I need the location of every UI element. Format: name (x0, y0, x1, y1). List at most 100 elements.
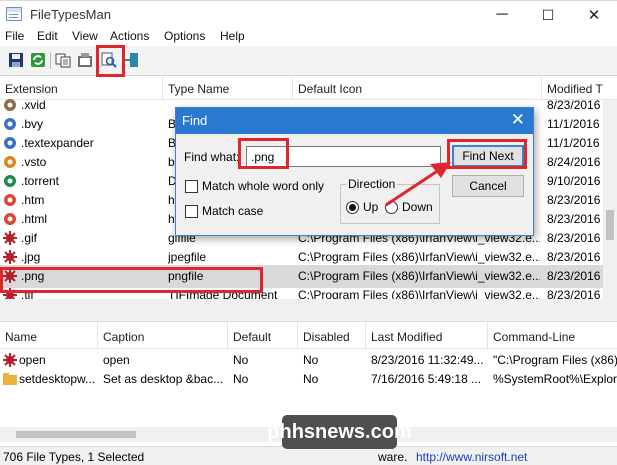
cell-modified: 8/23/2016 (547, 212, 601, 226)
cell-extension: .html (21, 212, 48, 226)
menu-options[interactable]: Options (164, 29, 205, 43)
file-type-icon (3, 136, 17, 150)
cell-extension: .tif (21, 288, 34, 299)
find-button[interactable] (100, 51, 118, 69)
match-case-label: Match case (202, 204, 264, 218)
file-type-icon (3, 288, 17, 299)
toolbar (0, 46, 617, 76)
cell-last-modified: 8/23/2016 11:32:49... (371, 353, 484, 367)
cell-extension: .torrent (21, 174, 60, 188)
file-type-icon (3, 269, 17, 283)
dialog-close-icon[interactable]: ✕ (511, 110, 525, 130)
menu-file[interactable]: File (5, 29, 24, 43)
cell-modified: 8/23/2016 (547, 231, 601, 245)
dialog-title-bar: Find ✕ (176, 108, 533, 134)
table-row[interactable]: setdesktopw... Set as desktop &bac... No No… (0, 368, 617, 391)
file-type-icon (3, 155, 17, 169)
cell-disabled: No (303, 353, 319, 367)
properties-button[interactable] (76, 51, 94, 69)
cell-command-line: "C:\Program Files (x86)\ (493, 353, 617, 367)
direction-up-label: Up (363, 200, 379, 214)
direction-down-radio[interactable] (385, 201, 398, 214)
cell-name: open (19, 353, 46, 367)
exit-button[interactable] (123, 51, 141, 69)
vertical-scrollbar[interactable] (603, 100, 617, 299)
close-button[interactable]: ✕ (571, 1, 617, 29)
column-disabled[interactable]: Disabled (298, 322, 366, 349)
menu-view[interactable]: View (72, 29, 98, 43)
menu-edit[interactable]: Edit (37, 29, 58, 43)
file-type-icon (3, 98, 17, 112)
match-case-checkbox[interactable] (185, 205, 198, 218)
table-row[interactable]: .tif TIFImage Document C:\Program Files (x… (0, 284, 603, 299)
cell-type-name: TIFImage Document (168, 288, 278, 299)
properties-icon (78, 53, 92, 67)
cell-modified: 8/23/2016 (547, 193, 601, 207)
cell-extension: .xvid (21, 98, 46, 112)
cell-modified: 11/1/2016 (547, 117, 600, 131)
copy-button[interactable] (54, 51, 72, 69)
menu-actions[interactable]: Actions (110, 29, 149, 43)
cell-modified: 8/23/2016 (547, 269, 601, 283)
cell-disabled: No (303, 372, 319, 386)
dialog-title: Find (182, 113, 208, 128)
cell-default-icon: C:\Program Files (x86)\IrfanView\i_view3… (298, 250, 540, 264)
nirsoft-link[interactable]: http://www.nirsoft.net (416, 450, 527, 464)
cell-caption: open (103, 353, 130, 367)
find-what-label: Find what: (184, 150, 240, 164)
cell-modified: 11/1/2016 (547, 136, 600, 150)
cell-extension: .htm (21, 193, 45, 207)
find-next-button[interactable]: Find Next (452, 145, 524, 167)
copy-icon (55, 53, 71, 68)
cell-default-icon: C:\Program Files (x86)\IrfanView\i_view3… (298, 288, 540, 299)
file-type-icon (3, 212, 17, 226)
minimize-button[interactable]: ─ (479, 1, 525, 29)
cell-default: No (233, 353, 249, 367)
column-default[interactable]: Default (228, 322, 298, 349)
cell-command-line: %SystemRoot%\Explore (493, 372, 617, 386)
menu-help[interactable]: Help (220, 29, 245, 43)
file-type-icon (3, 250, 17, 264)
hscroll-thumb[interactable] (16, 431, 136, 438)
find-icon (101, 52, 117, 68)
watermark: phhsnews.com (267, 415, 412, 449)
cell-default: No (233, 372, 249, 386)
file-type-icon (3, 353, 17, 367)
file-type-icon (3, 231, 17, 245)
find-what-input[interactable] (246, 146, 441, 167)
window-title: FileTypesMan (30, 7, 111, 22)
scroll-thumb[interactable] (606, 210, 614, 240)
cell-extension: .png (21, 269, 45, 283)
save-icon (9, 53, 23, 67)
maximize-button[interactable]: ☐ (525, 1, 571, 29)
cell-extension: .gif (21, 231, 38, 245)
cell-modified: 8/23/2016 (547, 288, 601, 299)
file-type-icon (3, 174, 17, 188)
whole-word-checkbox[interactable] (185, 180, 198, 193)
refresh-button[interactable] (29, 51, 47, 69)
cell-modified: 9/10/2016 (547, 174, 601, 188)
column-caption[interactable]: Caption (98, 322, 228, 349)
title-bar: FileTypesMan ─ ☐ ✕ (0, 0, 617, 28)
actions-header: Name Caption Default Disabled Last Modif… (0, 322, 617, 349)
cell-type-name: jpegfile (168, 250, 207, 264)
toolbar-separator (96, 52, 97, 69)
cell-modified: 8/24/2016 (547, 155, 601, 169)
cancel-button[interactable]: Cancel (452, 175, 524, 197)
cell-name: setdesktopw... (19, 372, 96, 386)
direction-up-radio[interactable] (346, 201, 359, 214)
cell-last-modified: 7/16/2016 5:49:18 ... (371, 372, 482, 386)
column-command-line[interactable]: Command-Line (488, 322, 617, 349)
column-last-modified[interactable]: Last Modified (366, 322, 488, 349)
folder-icon (3, 372, 17, 386)
cell-extension: .vsto (21, 155, 47, 169)
status-credit: ware. (378, 450, 408, 464)
exit-icon (125, 53, 138, 67)
cell-extension: .jpg (21, 250, 41, 264)
column-name[interactable]: Name (0, 322, 98, 349)
save-button[interactable] (7, 51, 25, 69)
file-type-icon (3, 117, 17, 131)
cell-modified: 8/23/2016 (547, 98, 601, 112)
pane-splitter[interactable] (0, 299, 617, 321)
menu-bar: File Edit View Actions Options Help (0, 27, 617, 46)
